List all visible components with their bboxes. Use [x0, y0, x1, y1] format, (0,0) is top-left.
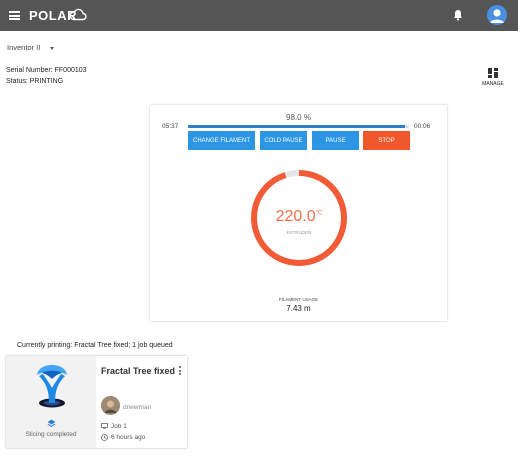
filament-usage-value: 7.43 m — [286, 304, 311, 313]
temperature-number: 220.0 — [275, 208, 316, 225]
print-job-icon — [101, 423, 108, 429]
currently-printing-summary: Currently printing: Fractal Tree fixed; … — [17, 342, 173, 349]
printer-status: Status: PRINTING — [6, 78, 64, 85]
avatar-icon[interactable] — [487, 5, 507, 25]
extruder-label: EXTRUDER — [286, 230, 312, 235]
progress-bar-fill — [188, 125, 405, 128]
bell-icon[interactable] — [453, 9, 463, 21]
temperature-unit: °C — [315, 210, 323, 217]
layers-icon — [47, 419, 56, 427]
cold-pause-button[interactable]: COLD PAUSE — [260, 131, 307, 150]
job-number-text: Job 1 — [111, 423, 127, 430]
fractal-tree-model-image — [37, 365, 67, 408]
temperature-value: 220.0°C — [248, 208, 350, 226]
job-number: Job 1 — [101, 423, 127, 430]
printer-name: Inventor II — [7, 43, 41, 52]
change-filament-button[interactable]: CHANGE FILAMENT — [188, 131, 255, 150]
printer-select[interactable]: Inventor II — [7, 43, 55, 52]
dropdown-caret-icon — [50, 46, 55, 50]
job-time-text: 6 hours ago — [111, 434, 146, 442]
top-app-bar: POLAR — [0, 0, 518, 31]
serial-number: Serial Number: FF000103 — [6, 67, 87, 74]
job-time: 6 hours ago — [101, 434, 145, 441]
job-title: Fractal Tree fixed — [101, 366, 176, 376]
job-card[interactable]: Slicing completed Fractal Tree fixed dne… — [6, 356, 187, 448]
print-control-panel: 98.0 % 05:37 00:06 CHANGE FILAMENT COLD … — [150, 105, 447, 321]
progress-bar — [188, 125, 409, 128]
progress-percent: 98.0 % — [286, 113, 311, 122]
pause-button[interactable]: PAUSE — [312, 131, 359, 150]
clock-icon — [101, 434, 108, 441]
cloud-icon — [69, 8, 87, 21]
menu-icon[interactable] — [9, 11, 20, 20]
manage-label: MANAGE — [482, 81, 504, 87]
time-elapsed: 05:37 — [162, 123, 179, 130]
stop-button[interactable]: STOP — [363, 131, 410, 150]
user-avatar[interactable] — [101, 396, 120, 415]
manage-button[interactable]: MANAGE — [479, 68, 507, 87]
filament-usage-label: FILAMENT USAGE — [278, 297, 319, 302]
time-remaining: 00:06 — [414, 123, 431, 130]
slicing-status: Slicing completed — [25, 431, 77, 438]
dashboard-icon — [488, 68, 498, 78]
username: dnewman — [123, 404, 152, 411]
job-thumbnail[interactable]: Slicing completed — [6, 356, 96, 448]
more-vert-icon[interactable] — [178, 366, 182, 376]
